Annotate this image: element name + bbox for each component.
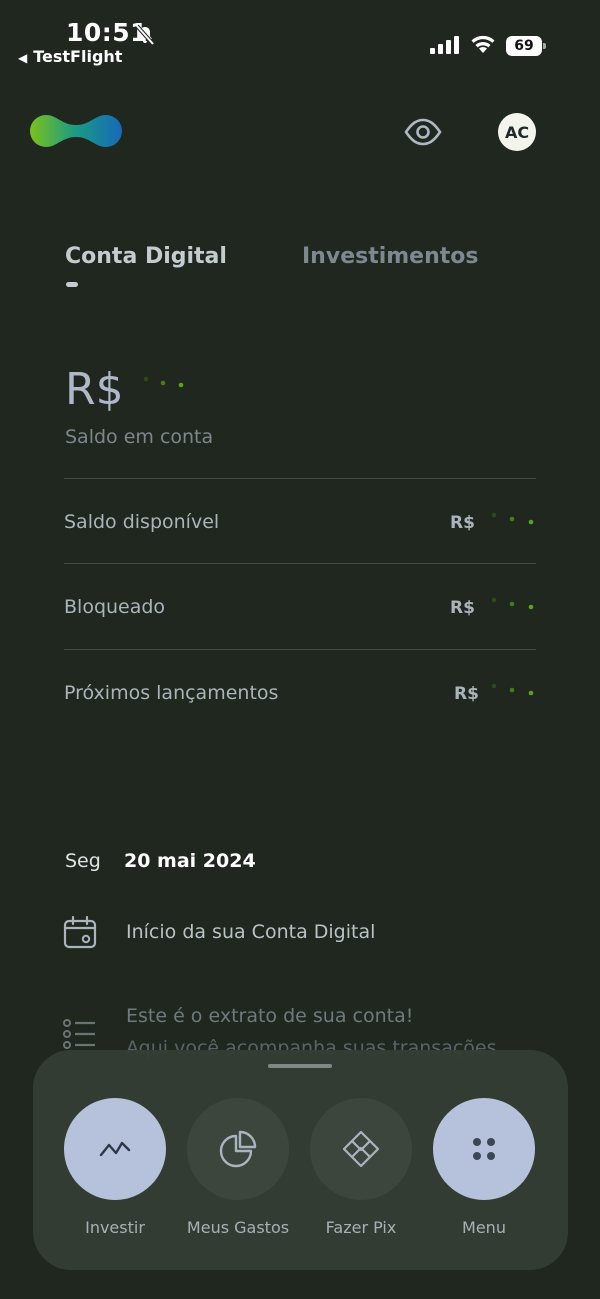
back-app-label: TestFlight	[33, 47, 123, 66]
action-label: Menu	[462, 1218, 506, 1237]
balance-currency: R$	[65, 364, 124, 415]
statement-date: 20 mai 2024	[124, 850, 256, 872]
row-currency: R$	[454, 684, 479, 704]
status-bar: 10:51 ◀ TestFlight 69	[0, 0, 600, 76]
active-tab-indicator	[66, 282, 78, 287]
row-currency: R$	[450, 598, 475, 618]
fazer-pix-circle[interactable]	[310, 1098, 412, 1200]
action-label: Meus Gastos	[186, 1218, 290, 1237]
row-bloqueado: Bloqueado R$	[64, 563, 536, 649]
list-icon	[63, 1019, 95, 1049]
statement-weekday: Seg	[65, 850, 101, 872]
trend-line-icon	[99, 1141, 131, 1157]
wifi-icon	[471, 35, 495, 53]
eye-icon[interactable]	[403, 116, 443, 148]
quick-actions-sheet: Investir Meus Gastos Fazer Pix Menu	[33, 1050, 568, 1270]
loading-dots-icon	[491, 597, 534, 610]
row-saldo-disponivel: Saldo disponível R$	[64, 478, 536, 564]
pix-icon	[342, 1130, 380, 1168]
menu-button[interactable]: Menu	[433, 1098, 535, 1237]
fazer-pix-button[interactable]: Fazer Pix	[310, 1098, 412, 1237]
investir-button[interactable]: Investir	[64, 1098, 166, 1237]
sheet-drag-handle[interactable]	[268, 1064, 332, 1068]
row-label: Saldo disponível	[64, 511, 220, 533]
loading-dots-icon	[491, 683, 534, 696]
row-proximos-lancamentos: Próximos lançamentos R$	[64, 649, 536, 735]
battery-level: 69	[506, 36, 542, 56]
statement-info-line1: Este é o extrato de sua conta!	[126, 1005, 414, 1027]
statement-item-title[interactable]: Início da sua Conta Digital	[126, 921, 375, 943]
cellular-signal-icon	[430, 36, 459, 54]
tab-investimentos[interactable]: Investimentos	[302, 244, 479, 269]
back-to-testflight-link[interactable]: ◀ TestFlight	[18, 47, 122, 66]
balance-label: Saldo em conta	[65, 426, 214, 448]
app-logo	[30, 115, 122, 147]
row-label: Próximos lançamentos	[64, 682, 279, 704]
battery-indicator: 69	[506, 36, 546, 56]
row-currency: R$	[450, 513, 475, 533]
user-avatar[interactable]: AC	[498, 113, 536, 151]
meus-gastos-circle[interactable]	[187, 1098, 289, 1200]
bell-muted-icon	[135, 24, 155, 46]
battery-tip	[543, 43, 546, 49]
calendar-icon	[63, 915, 97, 949]
loading-dots-icon	[143, 376, 184, 388]
investir-circle[interactable]	[64, 1098, 166, 1200]
pie-chart-icon	[219, 1130, 257, 1168]
menu-circle[interactable]	[433, 1098, 535, 1200]
action-label: Fazer Pix	[325, 1218, 397, 1237]
row-label: Bloqueado	[64, 596, 166, 618]
loading-dots-icon	[491, 512, 534, 525]
meus-gastos-button[interactable]: Meus Gastos	[187, 1098, 289, 1237]
back-arrow-icon: ◀	[18, 51, 28, 65]
menu-dots-icon	[473, 1138, 495, 1160]
action-label: Investir	[85, 1218, 145, 1237]
tab-conta-digital[interactable]: Conta Digital	[65, 244, 227, 269]
